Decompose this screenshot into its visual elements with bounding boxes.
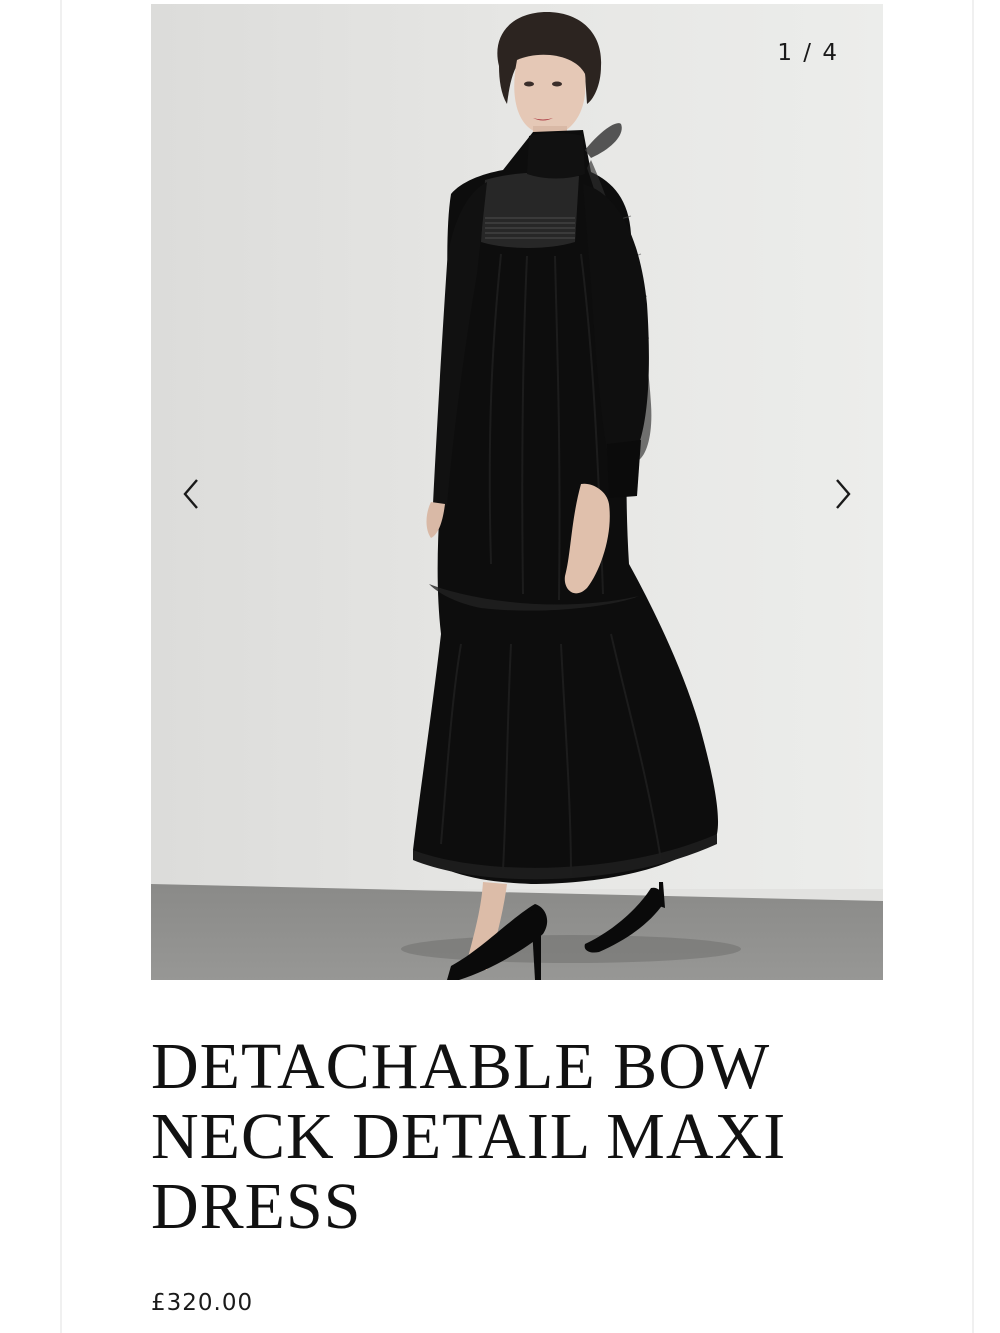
- gallery-prev-button[interactable]: [169, 472, 213, 516]
- product-price: £320.00: [151, 1290, 254, 1316]
- chevron-left-icon: [183, 479, 198, 509]
- product-photo: [151, 4, 883, 980]
- image-counter: 1 / 4: [777, 40, 839, 66]
- chevron-right-icon: [836, 479, 851, 509]
- gallery-next-button[interactable]: [821, 472, 865, 516]
- product-title: DETACHABLE BOW NECK DETAIL MAXI DRESS: [151, 1030, 787, 1243]
- page-left-border: [60, 0, 62, 1333]
- product-image-gallery[interactable]: 1 / 4: [151, 4, 883, 980]
- page-right-border: [972, 0, 974, 1333]
